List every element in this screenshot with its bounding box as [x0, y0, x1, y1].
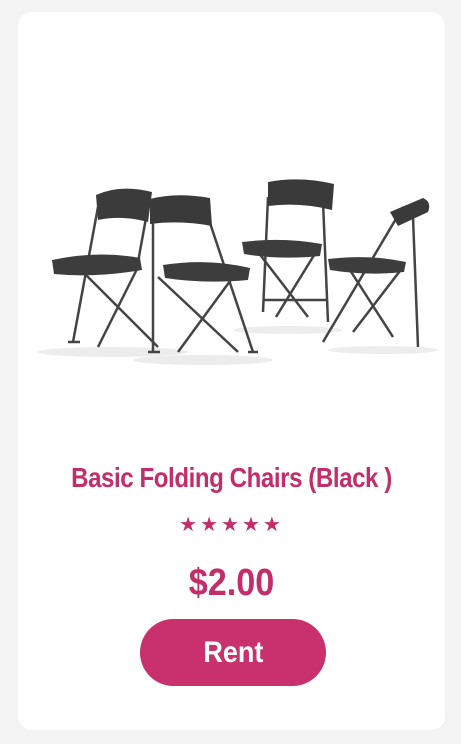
rent-button-label: Rent [202, 635, 263, 669]
product-card: Basic Folding Chairs (Black ) ★★★★★ $2.0… [18, 12, 445, 730]
folding-chairs-image [38, 179, 438, 365]
product-title[interactable]: Basic Folding Chairs (Black ) [48, 462, 415, 494]
chair-3 [257, 196, 330, 323]
rent-button[interactable]: Rent [140, 619, 326, 686]
product-price: $2.00 [188, 562, 275, 604]
chair-1 [68, 206, 159, 348]
chair-4 [321, 206, 420, 348]
product-image[interactable] [18, 12, 445, 432]
star-icons: ★★★★★ [179, 514, 284, 536]
rating-stars: ★★★★★ [18, 512, 445, 537]
